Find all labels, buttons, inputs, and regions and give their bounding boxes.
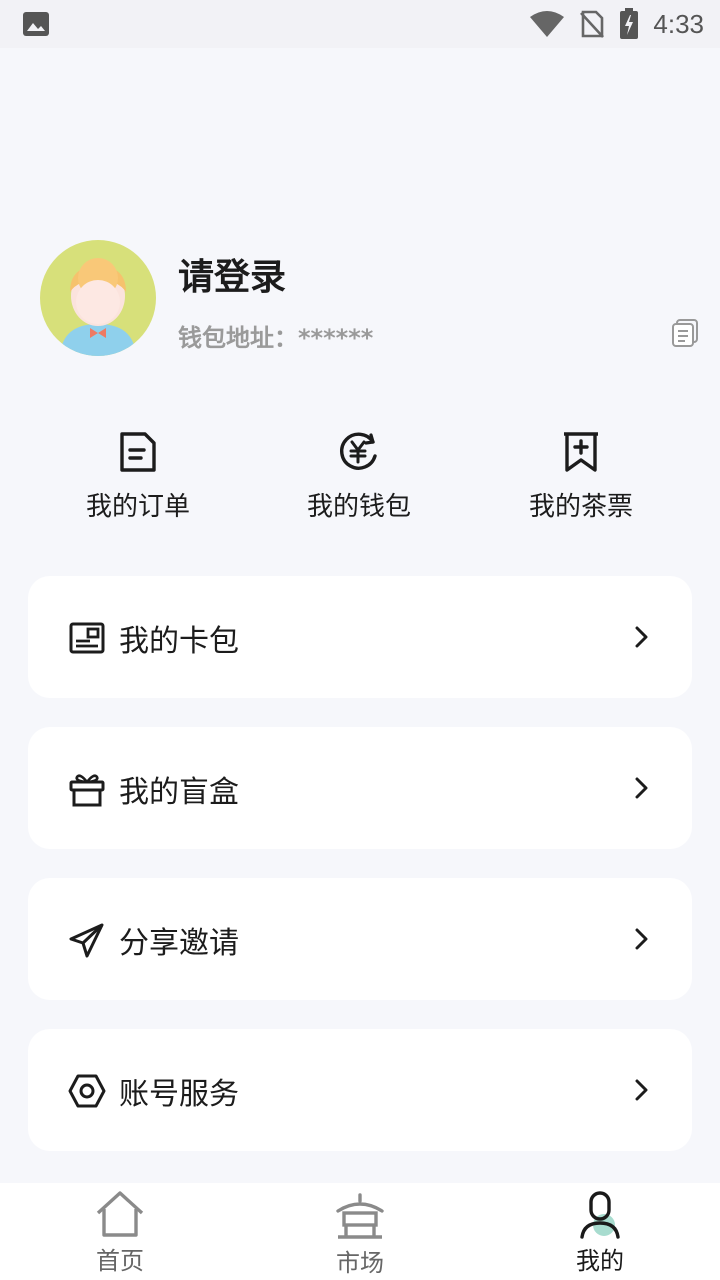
card-holder-icon <box>69 622 105 654</box>
chevron-right-icon <box>635 626 648 648</box>
tab-label: 我的 <box>576 1247 624 1275</box>
my-tea-ticket-button[interactable]: 我的茶票 <box>501 430 661 523</box>
login-prompt[interactable]: 请登录 <box>178 248 286 300</box>
profile-section: 请登录 钱包地址：****** <box>0 238 720 358</box>
pavilion-icon <box>336 1193 384 1239</box>
chevron-right-icon <box>635 1079 648 1101</box>
my-wallet-button[interactable]: 我的钱包 <box>279 430 439 523</box>
menu-item-label: 我的盲盒 <box>119 775 239 810</box>
hexagon-settings-icon <box>68 1074 106 1108</box>
my-wallet-label: 我的钱包 <box>306 492 411 522</box>
battery-charging-icon <box>620 8 639 39</box>
menu-item-card-holder[interactable]: 我的卡包 <box>28 576 692 698</box>
tab-label: 市场 <box>336 1249 384 1277</box>
tab-market[interactable]: 市场 <box>290 1189 430 1278</box>
tab-home[interactable]: 首页 <box>50 1189 190 1276</box>
my-orders-button[interactable]: 我的订单 <box>58 430 218 523</box>
default-avatar-icon <box>60 258 136 356</box>
bookmark-plus-icon <box>564 432 598 472</box>
tab-mine[interactable]: 我的 <box>530 1189 670 1276</box>
menu-item-label: 账号服务 <box>119 1077 239 1112</box>
wifi-icon <box>530 11 565 37</box>
tab-label: 首页 <box>96 1247 144 1275</box>
avatar[interactable] <box>40 240 156 356</box>
menu-item-account-service[interactable]: 账号服务 <box>28 1029 692 1151</box>
chevron-right-icon <box>635 777 648 799</box>
gift-box-icon <box>69 774 105 807</box>
menu-item-label: 我的卡包 <box>119 624 239 659</box>
my-orders-label: 我的订单 <box>85 492 190 522</box>
menu-item-label: 分享邀请 <box>119 926 239 961</box>
menu-item-blind-box[interactable]: 我的盲盒 <box>28 727 692 849</box>
paper-plane-icon <box>69 923 104 958</box>
wallet-address: 钱包地址：****** <box>178 324 374 352</box>
home-icon <box>96 1191 144 1237</box>
my-tea-ticket-label: 我的茶票 <box>528 492 633 522</box>
image-icon <box>23 12 49 36</box>
bottom-tab-bar: 首页 市场 我的 <box>0 1183 720 1280</box>
copy-icon[interactable] <box>670 318 700 348</box>
status-time: 4:33 <box>653 8 704 39</box>
no-sim-icon <box>580 10 605 38</box>
user-icon <box>580 1191 620 1239</box>
menu-item-share-invite[interactable]: 分享邀请 <box>28 878 692 1000</box>
yuan-wallet-icon <box>340 432 377 470</box>
status-bar: 4:33 <box>0 0 720 48</box>
quick-actions: 我的订单 我的钱包 我的茶票 <box>0 430 720 530</box>
status-icons: 4:33 <box>529 7 704 41</box>
order-document-icon <box>120 432 156 472</box>
chevron-right-icon <box>635 928 648 950</box>
